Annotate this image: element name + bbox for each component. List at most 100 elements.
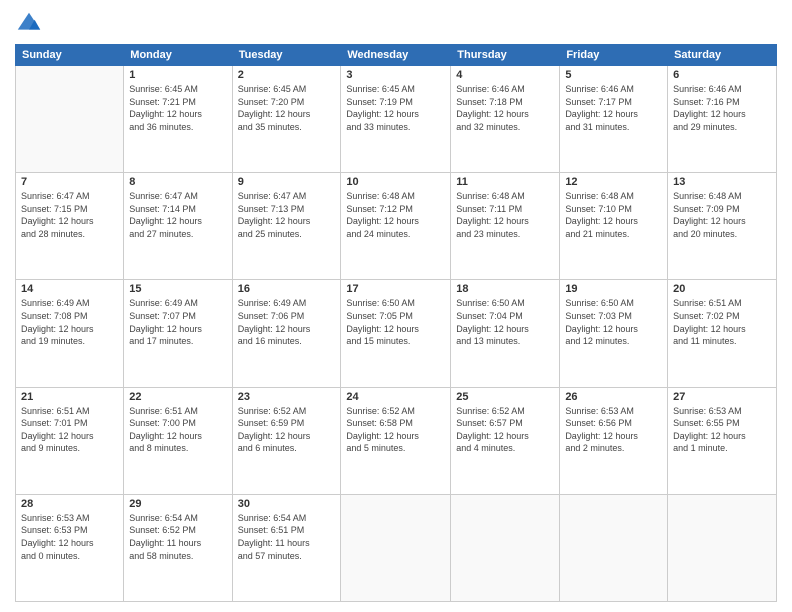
weekday-header: Friday <box>560 45 668 66</box>
day-number: 18 <box>456 283 554 295</box>
day-info: Sunrise: 6:46 AM Sunset: 7:18 PM Dayligh… <box>456 83 554 133</box>
weekday-header: Tuesday <box>232 45 341 66</box>
day-info: Sunrise: 6:52 AM Sunset: 6:59 PM Dayligh… <box>238 405 336 455</box>
calendar-cell: 12 Sunrise: 6:48 AM Sunset: 7:10 PM Dayli… <box>560 173 668 280</box>
weekday-header: Wednesday <box>341 45 451 66</box>
day-number: 26 <box>565 391 662 403</box>
calendar-cell: 27 Sunrise: 6:53 AM Sunset: 6:55 PM Dayli… <box>668 387 777 494</box>
day-info: Sunrise: 6:46 AM Sunset: 7:17 PM Dayligh… <box>565 83 662 133</box>
day-info: Sunrise: 6:47 AM Sunset: 7:14 PM Dayligh… <box>129 190 226 240</box>
day-number: 16 <box>238 283 336 295</box>
calendar-cell: 5 Sunrise: 6:46 AM Sunset: 7:17 PM Daylig… <box>560 66 668 173</box>
day-number: 22 <box>129 391 226 403</box>
day-number: 6 <box>673 69 771 81</box>
calendar-cell: 30Sunrise: 6:54 AM Sunset: 6:51 PM Dayli… <box>232 494 341 601</box>
day-number: 2 <box>238 69 336 81</box>
page: SundayMondayTuesdayWednesdayThursdayFrid… <box>0 0 792 612</box>
day-info: Sunrise: 6:51 AM Sunset: 7:00 PM Dayligh… <box>129 405 226 455</box>
day-number: 21 <box>21 391 118 403</box>
day-number: 13 <box>673 176 771 188</box>
day-number: 20 <box>673 283 771 295</box>
day-info: Sunrise: 6:48 AM Sunset: 7:09 PM Dayligh… <box>673 190 771 240</box>
calendar-cell: 25 Sunrise: 6:52 AM Sunset: 6:57 PM Dayli… <box>451 387 560 494</box>
calendar: SundayMondayTuesdayWednesdayThursdayFrid… <box>15 44 777 602</box>
week-row: 7 Sunrise: 6:47 AM Sunset: 7:15 PM Daylig… <box>16 173 777 280</box>
calendar-cell: 10Sunrise: 6:48 AM Sunset: 7:12 PM Dayli… <box>341 173 451 280</box>
day-number: 25 <box>456 391 554 403</box>
calendar-cell: 19 Sunrise: 6:50 AM Sunset: 7:03 PM Dayli… <box>560 280 668 387</box>
day-number: 27 <box>673 391 771 403</box>
day-number: 23 <box>238 391 336 403</box>
day-number: 12 <box>565 176 662 188</box>
day-number: 28 <box>21 498 118 510</box>
calendar-cell: 29Sunrise: 6:54 AM Sunset: 6:52 PM Dayli… <box>124 494 232 601</box>
logo-icon <box>15 10 43 38</box>
day-number: 10 <box>346 176 445 188</box>
calendar-cell: 7 Sunrise: 6:47 AM Sunset: 7:15 PM Daylig… <box>16 173 124 280</box>
day-info: Sunrise: 6:45 AM Sunset: 7:19 PM Dayligh… <box>346 83 445 133</box>
day-info: Sunrise: 6:53 AM Sunset: 6:56 PM Dayligh… <box>565 405 662 455</box>
day-number: 19 <box>565 283 662 295</box>
day-info: Sunrise: 6:47 AM Sunset: 7:13 PM Dayligh… <box>238 190 336 240</box>
calendar-cell: 4 Sunrise: 6:46 AM Sunset: 7:18 PM Daylig… <box>451 66 560 173</box>
day-info: Sunrise: 6:46 AM Sunset: 7:16 PM Dayligh… <box>673 83 771 133</box>
week-row: 1 Sunrise: 6:45 AM Sunset: 7:21 PM Daylig… <box>16 66 777 173</box>
calendar-header-row: SundayMondayTuesdayWednesdayThursdayFrid… <box>16 45 777 66</box>
day-number: 30 <box>238 498 336 510</box>
calendar-cell: 11Sunrise: 6:48 AM Sunset: 7:11 PM Dayli… <box>451 173 560 280</box>
weekday-header: Saturday <box>668 45 777 66</box>
calendar-cell: 3 Sunrise: 6:45 AM Sunset: 7:19 PM Daylig… <box>341 66 451 173</box>
header <box>15 10 777 38</box>
week-row: 21Sunrise: 6:51 AM Sunset: 7:01 PM Dayli… <box>16 387 777 494</box>
weekday-header: Thursday <box>451 45 560 66</box>
calendar-cell: 23 Sunrise: 6:52 AM Sunset: 6:59 PM Dayli… <box>232 387 341 494</box>
day-number: 9 <box>238 176 336 188</box>
day-number: 15 <box>129 283 226 295</box>
day-info: Sunrise: 6:45 AM Sunset: 7:20 PM Dayligh… <box>238 83 336 133</box>
calendar-cell: 24Sunrise: 6:52 AM Sunset: 6:58 PM Dayli… <box>341 387 451 494</box>
weekday-header: Sunday <box>16 45 124 66</box>
day-info: Sunrise: 6:49 AM Sunset: 7:06 PM Dayligh… <box>238 297 336 347</box>
day-info: Sunrise: 6:50 AM Sunset: 7:03 PM Dayligh… <box>565 297 662 347</box>
logo <box>15 10 47 38</box>
day-number: 4 <box>456 69 554 81</box>
calendar-cell: 6 Sunrise: 6:46 AM Sunset: 7:16 PM Daylig… <box>668 66 777 173</box>
calendar-cell: 20Sunrise: 6:51 AM Sunset: 7:02 PM Dayli… <box>668 280 777 387</box>
day-number: 3 <box>346 69 445 81</box>
day-number: 1 <box>129 69 226 81</box>
day-info: Sunrise: 6:54 AM Sunset: 6:52 PM Dayligh… <box>129 512 226 562</box>
calendar-cell: 21Sunrise: 6:51 AM Sunset: 7:01 PM Dayli… <box>16 387 124 494</box>
calendar-cell: 13 Sunrise: 6:48 AM Sunset: 7:09 PM Dayli… <box>668 173 777 280</box>
calendar-cell <box>341 494 451 601</box>
calendar-cell <box>668 494 777 601</box>
calendar-cell <box>16 66 124 173</box>
calendar-cell: 8Sunrise: 6:47 AM Sunset: 7:14 PM Daylig… <box>124 173 232 280</box>
calendar-cell: 1 Sunrise: 6:45 AM Sunset: 7:21 PM Daylig… <box>124 66 232 173</box>
day-info: Sunrise: 6:53 AM Sunset: 6:55 PM Dayligh… <box>673 405 771 455</box>
day-info: Sunrise: 6:52 AM Sunset: 6:57 PM Dayligh… <box>456 405 554 455</box>
day-number: 7 <box>21 176 118 188</box>
calendar-cell: 14 Sunrise: 6:49 AM Sunset: 7:08 PM Dayli… <box>16 280 124 387</box>
day-info: Sunrise: 6:49 AM Sunset: 7:08 PM Dayligh… <box>21 297 118 347</box>
day-number: 17 <box>346 283 445 295</box>
calendar-cell: 18Sunrise: 6:50 AM Sunset: 7:04 PM Dayli… <box>451 280 560 387</box>
day-info: Sunrise: 6:52 AM Sunset: 6:58 PM Dayligh… <box>346 405 445 455</box>
day-number: 5 <box>565 69 662 81</box>
calendar-cell: 17Sunrise: 6:50 AM Sunset: 7:05 PM Dayli… <box>341 280 451 387</box>
day-info: Sunrise: 6:47 AM Sunset: 7:15 PM Dayligh… <box>21 190 118 240</box>
calendar-cell: 26 Sunrise: 6:53 AM Sunset: 6:56 PM Dayli… <box>560 387 668 494</box>
day-info: Sunrise: 6:45 AM Sunset: 7:21 PM Dayligh… <box>129 83 226 133</box>
calendar-cell <box>451 494 560 601</box>
calendar-cell: 16 Sunrise: 6:49 AM Sunset: 7:06 PM Dayli… <box>232 280 341 387</box>
weekday-header: Monday <box>124 45 232 66</box>
calendar-cell <box>560 494 668 601</box>
day-number: 14 <box>21 283 118 295</box>
calendar-cell: 9 Sunrise: 6:47 AM Sunset: 7:13 PM Daylig… <box>232 173 341 280</box>
calendar-cell: 2 Sunrise: 6:45 AM Sunset: 7:20 PM Daylig… <box>232 66 341 173</box>
day-info: Sunrise: 6:53 AM Sunset: 6:53 PM Dayligh… <box>21 512 118 562</box>
calendar-cell: 15Sunrise: 6:49 AM Sunset: 7:07 PM Dayli… <box>124 280 232 387</box>
week-row: 28 Sunrise: 6:53 AM Sunset: 6:53 PM Dayli… <box>16 494 777 601</box>
day-info: Sunrise: 6:48 AM Sunset: 7:11 PM Dayligh… <box>456 190 554 240</box>
calendar-cell: 28 Sunrise: 6:53 AM Sunset: 6:53 PM Dayli… <box>16 494 124 601</box>
day-info: Sunrise: 6:48 AM Sunset: 7:10 PM Dayligh… <box>565 190 662 240</box>
